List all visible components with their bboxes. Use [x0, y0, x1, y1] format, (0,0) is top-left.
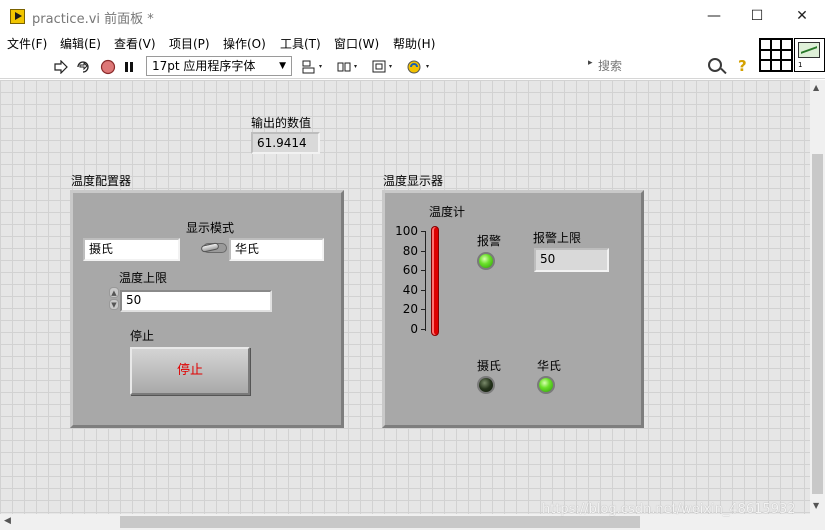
celsius-led: [477, 376, 495, 394]
maximize-button[interactable]: ☐: [737, 4, 777, 28]
alarm-limit-indicator: 50: [534, 248, 609, 272]
menu-tools[interactable]: 工具(T): [280, 35, 321, 52]
font-select-value: 17pt 应用程序字体: [152, 59, 256, 73]
thermometer-tick: 40: [402, 283, 418, 297]
thermometer-fill: [431, 226, 439, 336]
thermometer-label: 温度计: [429, 205, 466, 219]
toolbar: 17pt 应用程序字体 ▼ ▸ ?: [0, 54, 825, 79]
upper-limit-control[interactable]: 50: [120, 290, 272, 312]
vi-icon-label: 1: [798, 61, 803, 69]
output-value-indicator: 61.9414: [251, 132, 320, 154]
thermometer-tick: 60: [402, 263, 418, 277]
labview-icon: [10, 9, 25, 24]
stop-button[interactable]: 停止: [130, 347, 250, 395]
window-title: practice.vi 前面板 *: [32, 12, 154, 27]
alarm-label: 报警: [477, 234, 502, 248]
tick-mark: [421, 270, 425, 271]
fahrenheit-label: 华氏: [537, 359, 562, 373]
chevron-down-icon: ▼: [279, 61, 286, 71]
menu-bar: 文件(F) 编辑(E) 查看(V) 项目(P) 操作(O) 工具(T) 窗口(W…: [0, 32, 825, 54]
thermometer-scale: [425, 231, 426, 331]
thermometer-tick: 80: [402, 244, 418, 258]
connector-pane[interactable]: [759, 38, 793, 72]
display-cluster-label: 温度显示器: [383, 174, 444, 188]
run-continuously-icon[interactable]: [74, 57, 92, 76]
output-value-label: 输出的数值: [251, 116, 312, 130]
celsius-label: 摄氏: [477, 359, 502, 373]
increment-icon[interactable]: ▲: [109, 287, 119, 298]
help-icon[interactable]: ?: [738, 57, 752, 75]
tick-mark: [421, 329, 425, 330]
menu-edit[interactable]: 编辑(E): [60, 35, 101, 52]
vi-icon[interactable]: 1: [794, 38, 825, 72]
pause-icon[interactable]: [121, 57, 137, 76]
horizontal-scroll-thumb[interactable]: [120, 516, 640, 528]
tick-mark: [421, 231, 425, 232]
thermometer-tick: 100: [395, 224, 418, 238]
search-expand-icon[interactable]: ▸: [588, 58, 593, 68]
scrollbar-corner: [810, 514, 825, 530]
vertical-scroll-thumb[interactable]: [812, 154, 823, 494]
abort-icon[interactable]: [99, 57, 117, 76]
stop-label: 停止: [130, 329, 155, 343]
celsius-text-display: 摄氏: [83, 238, 180, 261]
minimize-button[interactable]: —: [694, 4, 734, 28]
config-cluster: 显示模式 摄氏 华氏 温度上限 ▲ ▼ 50 停止 停止: [70, 190, 344, 428]
search-input[interactable]: [598, 58, 703, 74]
align-objects-icon[interactable]: [300, 57, 326, 76]
tick-mark: [421, 251, 425, 252]
menu-file[interactable]: 文件(F): [7, 35, 47, 52]
scroll-down-icon[interactable]: ▼: [813, 501, 819, 510]
display-mode-label: 显示模式: [186, 221, 235, 235]
distribute-objects-icon[interactable]: [335, 57, 361, 76]
watermark: https://blog.csdn.net/weixin_48615932: [542, 502, 796, 517]
font-select[interactable]: 17pt 应用程序字体 ▼: [146, 56, 292, 76]
tick-mark: [421, 309, 425, 310]
menu-project[interactable]: 项目(P): [169, 35, 210, 52]
upper-limit-label: 温度上限: [119, 271, 168, 285]
search-icon[interactable]: [708, 58, 722, 72]
menu-window[interactable]: 窗口(W): [334, 35, 379, 52]
alarm-led: [477, 252, 495, 270]
menu-help[interactable]: 帮助(H): [393, 35, 435, 52]
thermometer-tick: 20: [402, 302, 418, 316]
upper-limit-spinner[interactable]: ▲ ▼: [109, 287, 119, 311]
resize-objects-icon[interactable]: [370, 57, 396, 76]
alarm-limit-label: 报警上限: [533, 231, 582, 245]
run-arrow-icon[interactable]: [52, 57, 70, 76]
config-cluster-label: 温度配置器: [71, 174, 132, 188]
display-mode-toggle[interactable]: [200, 239, 229, 257]
decrement-icon[interactable]: ▼: [109, 299, 119, 310]
reorder-icon[interactable]: [405, 57, 433, 76]
display-cluster: 温度计 100 80 60 40 20 0 报警 报警上限 50 摄氏 华氏: [382, 190, 644, 428]
fahrenheit-led: [537, 376, 555, 394]
fahrenheit-text-display: 华氏: [229, 238, 324, 261]
search-box[interactable]: ▸: [586, 56, 730, 76]
menu-operate[interactable]: 操作(O): [223, 35, 266, 52]
front-panel: 输出的数值 61.9414 温度配置器 显示模式 摄氏 华氏 温度上限 ▲ ▼ …: [0, 80, 810, 514]
menu-view[interactable]: 查看(V): [114, 35, 156, 52]
tick-mark: [421, 290, 425, 291]
vertical-scrollbar[interactable]: ▲ ▼: [810, 80, 825, 514]
title-bar: practice.vi 前面板 * — ☐ ✕: [0, 0, 825, 32]
vi-icon-graph: [798, 42, 820, 58]
scroll-up-icon[interactable]: ▲: [813, 83, 819, 92]
close-button[interactable]: ✕: [782, 4, 822, 28]
thermometer-tick: 0: [410, 322, 418, 336]
scroll-left-icon[interactable]: ◀: [4, 516, 11, 526]
